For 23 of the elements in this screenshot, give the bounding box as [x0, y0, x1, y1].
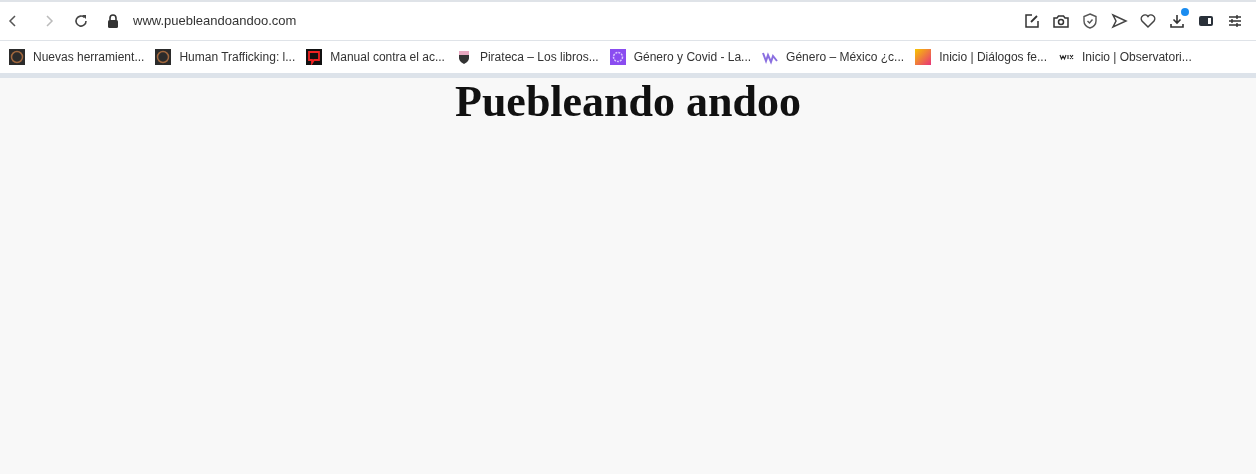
back-icon[interactable]: [8, 14, 18, 28]
bookmark-link[interactable]: Human Trafficking: l...: [155, 48, 296, 66]
page-title: Puebleando andoo: [455, 78, 801, 126]
bookmark-link[interactable]: Género y Covid - La...: [609, 48, 752, 66]
settings-sliders-icon[interactable]: [1226, 12, 1244, 30]
favicon-icon: [306, 49, 323, 65]
bookmark-link[interactable]: Inicio | Diálogos fe...: [915, 48, 1047, 66]
lock-icon: [107, 14, 119, 28]
heart-icon[interactable]: [1139, 12, 1157, 30]
favicon-icon: [915, 49, 932, 65]
bookmark-link[interactable]: Inicio | Observatori...: [1057, 48, 1192, 66]
bookmark-link[interactable]: Nuevas herramient...: [9, 48, 145, 66]
favicon-icon: [609, 49, 626, 65]
shield-check-icon[interactable]: [1081, 12, 1099, 30]
favicon-icon: [9, 49, 25, 65]
camera-icon[interactable]: [1052, 12, 1070, 30]
edit-icon[interactable]: [1023, 12, 1041, 30]
favicon-icon: [155, 49, 172, 65]
send-icon[interactable]: [1110, 12, 1128, 30]
bookmark-link[interactable]: Género – México ¿c...: [762, 48, 905, 66]
bookmark-link[interactable]: Pirateca – Los libros...: [455, 48, 599, 66]
reload-icon[interactable]: [73, 13, 89, 29]
bookmark-link[interactable]: Manual contra el ac...: [306, 48, 445, 66]
